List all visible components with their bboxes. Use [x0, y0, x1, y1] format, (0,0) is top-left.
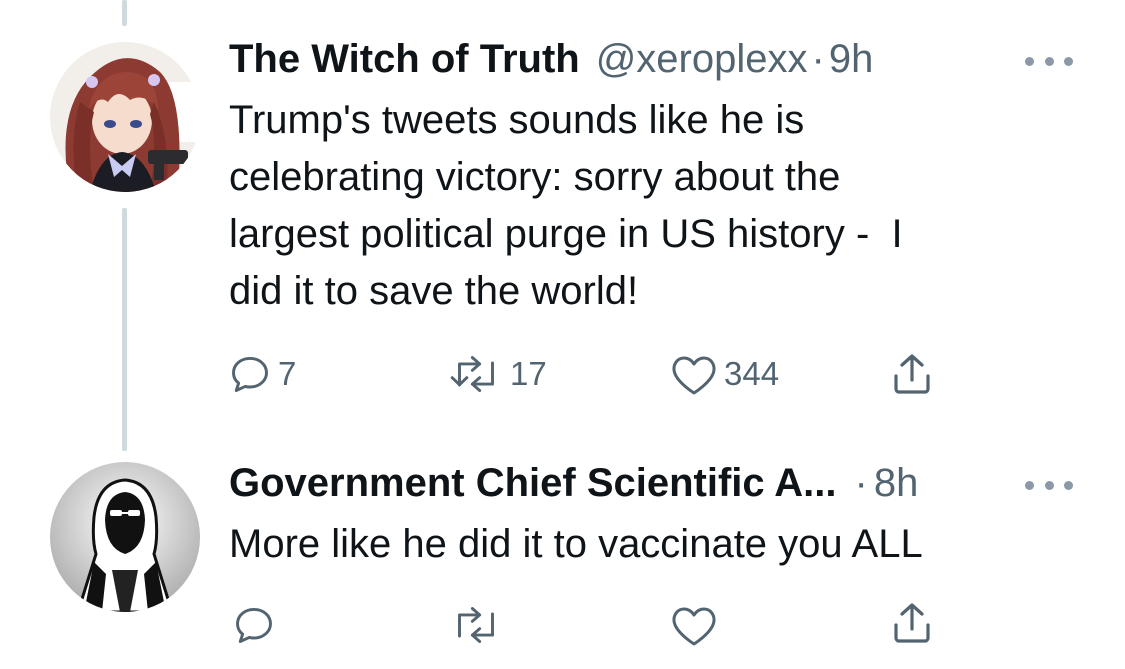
tweet-header: Government Chief Scientific A... · 8h	[229, 461, 918, 511]
tweet-text: Trump's tweets sounds like he is celebra…	[229, 98, 903, 313]
thread-line	[122, 208, 127, 451]
reply-button[interactable]: 7	[228, 349, 296, 399]
more-options-button[interactable]	[1025, 478, 1073, 492]
heart-icon	[672, 356, 716, 395]
share-icon	[894, 603, 930, 643]
reply-icon	[232, 356, 268, 392]
dot-icon	[1044, 480, 1054, 490]
hooded-figure-avatar-icon	[50, 462, 200, 612]
retweet-icon	[458, 607, 494, 643]
separator: ·	[854, 461, 868, 505]
reply-icon	[236, 607, 272, 643]
dot-icon	[1025, 56, 1034, 66]
like-count: 344	[724, 355, 780, 392]
more-options-button[interactable]	[1025, 54, 1073, 68]
dot-icon	[1025, 480, 1034, 490]
username[interactable]: @xeroplexx	[596, 37, 808, 82]
retweet-button[interactable]: 17	[448, 349, 547, 399]
tweet-text: More like he did it to vaccinate you ALL	[229, 522, 923, 566]
avatar[interactable]	[50, 462, 200, 612]
dot-icon	[1064, 56, 1073, 66]
separator: ·	[811, 37, 825, 81]
tweet-header: The Witch of Truth @xeroplexx · 9h	[229, 37, 873, 87]
reply-button[interactable]	[232, 600, 276, 650]
share-button[interactable]	[888, 598, 936, 648]
retweet-count: 17	[510, 355, 547, 392]
dot-icon	[1044, 56, 1054, 66]
timestamp[interactable]: 9h	[829, 37, 874, 82]
share-icon	[894, 354, 930, 394]
heart-icon	[672, 607, 716, 646]
reply-count: 7	[278, 355, 297, 392]
display-name[interactable]: Government Chief Scientific A...	[229, 461, 837, 506]
like-button[interactable]: 344	[670, 349, 779, 399]
timestamp[interactable]: 8h	[874, 461, 919, 506]
dot-icon	[1064, 480, 1073, 490]
thread-line-top	[122, 0, 127, 26]
retweet-button[interactable]	[448, 600, 504, 650]
like-button[interactable]	[670, 600, 718, 650]
share-button[interactable]	[888, 349, 936, 399]
retweet-icon	[450, 356, 494, 392]
display-name[interactable]: The Witch of Truth	[229, 37, 580, 82]
anime-girl-avatar-icon	[50, 42, 200, 192]
avatar[interactable]	[50, 42, 200, 192]
